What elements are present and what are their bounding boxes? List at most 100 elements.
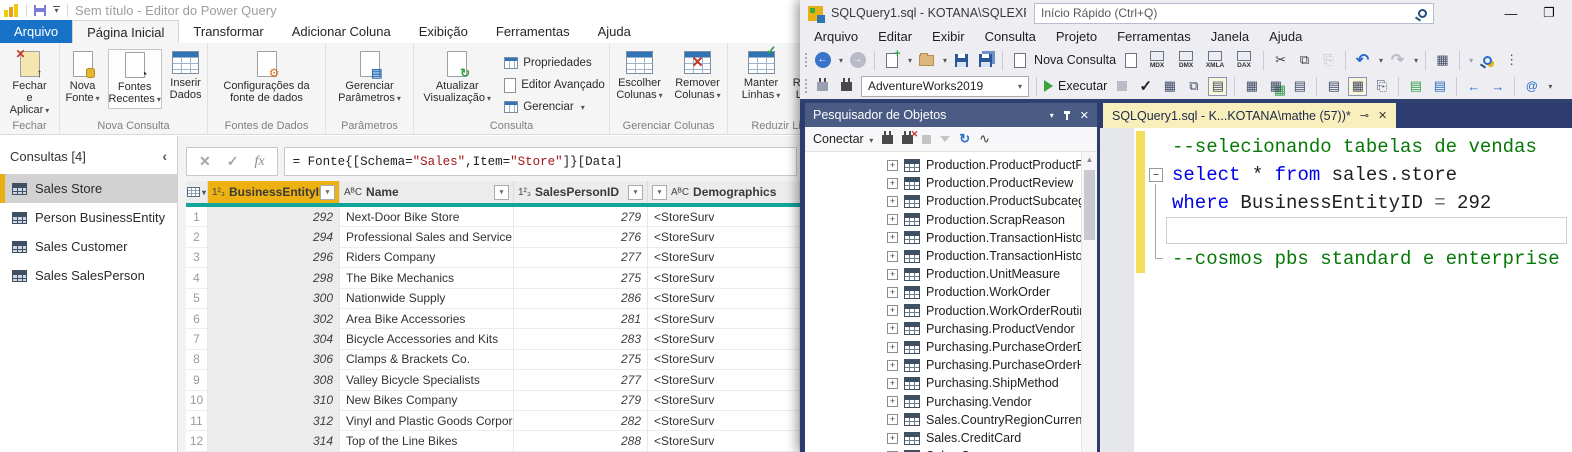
code-line-select[interactable]: select * from sales.store <box>1172 161 1457 189</box>
results-to-text-icon[interactable]: ▤ <box>1324 77 1343 96</box>
text-type-icon[interactable]: AᴮC <box>344 187 362 198</box>
menu-editar[interactable]: Editar <box>868 29 922 44</box>
database-selector[interactable]: AdventureWorks2019 ▾ <box>861 76 1029 97</box>
filter-dropdown-icon[interactable]: ▾ <box>628 185 643 200</box>
expand-icon[interactable]: + <box>887 360 898 371</box>
navigate-forward-icon[interactable]: → <box>848 51 867 70</box>
editor-avancado-button[interactable]: Editor Avançado <box>504 75 605 95</box>
query-options-icon[interactable]: ⧉ <box>1184 77 1203 96</box>
tree-item[interactable]: +Production.WorkOrderRouting <box>805 302 1081 320</box>
tree-item[interactable]: +Production.TransactionHistoryArchive <box>805 247 1081 265</box>
menu-exibir[interactable]: Exibir <box>922 29 975 44</box>
tree-item[interactable]: +Purchasing.PurchaseOrderDetail <box>805 338 1081 356</box>
formula-accept-icon[interactable]: ✓ <box>227 153 239 170</box>
change-connection-icon[interactable] <box>837 77 856 96</box>
tree-item[interactable]: +Production.ProductSubcategory <box>805 192 1081 210</box>
tree-item[interactable]: +Purchasing.ShipMethod <box>805 374 1081 392</box>
cut-icon[interactable]: ✂ <box>1271 51 1290 70</box>
gerenciar-parametros-button[interactable]: ▤ Gerenciar Parâmetros▾ <box>330 49 409 107</box>
save-icon[interactable] <box>952 51 971 70</box>
toolbar-grip[interactable] <box>804 78 808 95</box>
expand-icon[interactable]: + <box>887 323 898 334</box>
collapse-pane-icon[interactable]: ‹ <box>162 148 167 164</box>
tree-item[interactable]: +Sales.Currency <box>805 447 1081 452</box>
results-to-grid-icon[interactable]: ▦ <box>1348 77 1367 96</box>
table-row[interactable]: 2294Professional Sales and Service276<St… <box>186 227 800 247</box>
parse-icon[interactable]: ✓ <box>1136 77 1155 96</box>
specify-template-icon[interactable]: ▦ <box>1242 77 1261 96</box>
query-item-person-businessentity[interactable]: Person BusinessEntity <box>0 203 177 232</box>
new-query-icon[interactable] <box>1010 51 1029 70</box>
expand-icon[interactable]: + <box>887 433 898 444</box>
paste-icon[interactable]: ⎘ <box>1319 51 1338 70</box>
toolbar-overflow-dropdown-icon[interactable]: ▾ <box>1548 82 1552 91</box>
expand-icon[interactable]: + <box>887 214 898 225</box>
gerenciar-button[interactable]: Gerenciar▾ <box>504 97 605 117</box>
tree-item[interactable]: +Purchasing.Vendor <box>805 393 1081 411</box>
connect-icon[interactable] <box>813 77 832 96</box>
code-line-comment[interactable]: --selecionando tabelas de vendas <box>1172 133 1537 161</box>
estimated-plan-icon[interactable]: ▦ <box>1160 77 1179 96</box>
menu-consulta[interactable]: Consulta <box>975 29 1046 44</box>
tree-scrollbar[interactable]: ▲ <box>1081 152 1097 452</box>
comment-lines-icon[interactable]: ▤ <box>1406 77 1425 96</box>
save-all-icon[interactable] <box>976 51 995 70</box>
table-row[interactable]: 10310New Bikes Company279<StoreSurv <box>186 391 800 411</box>
toolbar-overflow-icon[interactable]: ⋮ <box>1502 51 1521 70</box>
expand-icon[interactable]: + <box>887 287 898 298</box>
expand-icon[interactable]: + <box>887 342 898 353</box>
expand-icon[interactable]: + <box>887 178 898 189</box>
formula-input[interactable]: = Fonte{[Schema="Sales",Item="Store"]}[D… <box>284 147 797 176</box>
copy-icon[interactable]: ⧉ <box>1295 51 1314 70</box>
navigate-back-icon[interactable]: ← <box>813 51 832 70</box>
expand-icon[interactable]: + <box>887 196 898 207</box>
tree-item[interactable]: +Sales.CountryRegionCurrency <box>805 411 1081 429</box>
collapse-region-icon[interactable]: − <box>1149 168 1163 182</box>
query-item-sales-salesperson[interactable]: Sales SalesPerson <box>0 261 177 290</box>
undo-dropdown-icon[interactable]: ▾ <box>1379 56 1383 65</box>
select-all-corner[interactable]: ▾ <box>186 181 208 203</box>
tab-ferramentas[interactable]: Ferramentas <box>482 20 584 43</box>
expand-icon[interactable]: + <box>887 232 898 243</box>
decrease-indent-icon[interactable]: ← <box>1464 77 1483 96</box>
document-tab[interactable]: SQLQuery1.sql - K...KOTANA\mathe (57))* … <box>1103 103 1396 128</box>
executar-button[interactable]: Executar <box>1058 79 1107 93</box>
redo-dropdown-icon[interactable]: ▾ <box>1414 56 1418 65</box>
disconnect-server-icon[interactable]: ✕ <box>902 135 913 144</box>
table-row[interactable]: 9308Valley Bicycle Specialists277<StoreS… <box>186 370 800 390</box>
text-type-icon[interactable]: AᴮC <box>671 187 689 198</box>
column-header-name[interactable]: AᴮC Name ▾ <box>340 181 514 203</box>
expand-icon[interactable]: + <box>887 160 898 171</box>
tree-item[interactable]: +Production.ScrapReason <box>805 211 1081 229</box>
tab-arquivo[interactable]: Arquivo <box>0 20 72 43</box>
client-statistics-icon[interactable]: ▤ <box>1290 77 1309 96</box>
connect-server-icon[interactable] <box>882 135 893 144</box>
column-header-salespersonid[interactable]: 1²₃ SalesPersonID ▾ <box>514 181 648 203</box>
filter-dropdown-icon[interactable]: ▾ <box>652 185 667 200</box>
tab-transformar[interactable]: Transformar <box>179 20 277 43</box>
code-line-where[interactable]: where BusinessEntityID = 292 <box>1172 189 1491 217</box>
new-file-icon[interactable] <box>882 51 901 70</box>
code-line-comment[interactable]: --cosmos pbs standard e enterprise <box>1172 245 1560 273</box>
find-icon[interactable] <box>1478 51 1497 70</box>
fontes-recentes-button[interactable]: ◔ Fontes Recentes▾ <box>108 49 162 109</box>
object-explorer-header[interactable]: Pesquisador de Objetos ▾ ✕ <box>805 103 1097 127</box>
table-row[interactable]: 11312Vinyl and Plastic Goods Corporation… <box>186 411 800 431</box>
toolbar-grip[interactable] <box>804 52 808 69</box>
dmx-query-button[interactable]: DMX <box>1174 51 1198 69</box>
combo-dropdown-icon[interactable]: ▾ <box>1012 82 1028 91</box>
expand-icon[interactable]: + <box>887 251 898 262</box>
expand-icon[interactable]: + <box>887 396 898 407</box>
close-panel-icon[interactable]: ✕ <box>1080 109 1089 122</box>
tree-item[interactable]: +Purchasing.ProductVendor <box>805 320 1081 338</box>
number-type-icon[interactable]: 1²₃ <box>518 187 531 198</box>
refresh-icon[interactable]: ↻ <box>959 131 970 147</box>
minimize-button[interactable]: — <box>1496 6 1526 21</box>
query-item-sales-customer[interactable]: Sales Customer <box>0 232 177 261</box>
quick-access-toolbar-dropdown-icon[interactable]: ▾ <box>53 6 60 14</box>
open-file-icon[interactable] <box>917 51 936 70</box>
menu-janela[interactable]: Janela <box>1201 29 1259 44</box>
conectar-button[interactable]: Conectar ▾ <box>813 132 873 146</box>
expand-icon[interactable]: + <box>887 269 898 280</box>
table-row[interactable]: 6302Area Bike Accessories281<StoreSurv <box>186 309 800 329</box>
